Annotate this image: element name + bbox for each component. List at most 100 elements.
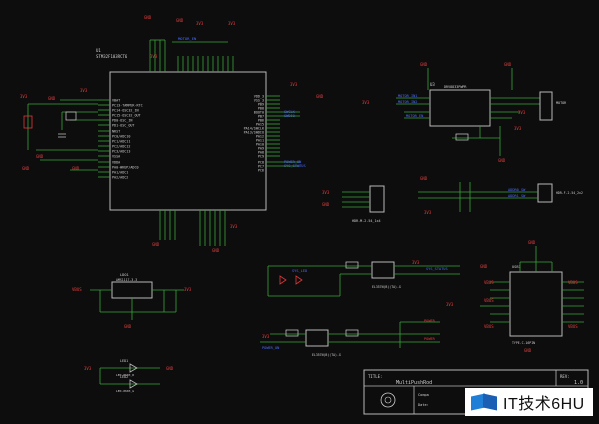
mcu-left-pin: PC13-TAMPER-RTC: [112, 104, 143, 108]
net-label-sys-status-oc: SYS_STATUS: [426, 267, 448, 271]
power-gnd: GND: [166, 366, 174, 371]
power-vbus: VBUS: [568, 280, 578, 285]
mcu-right-pin: PC9: [258, 155, 264, 159]
usb-part: TYPE-C-16PIN: [512, 341, 535, 345]
power-3v3: 3V3: [230, 224, 238, 229]
power-3v3: 3V3: [446, 302, 454, 307]
optocoupler-1-part: EL357N(B)(TA)-G: [372, 285, 401, 289]
motor-driver-body: [430, 90, 490, 126]
power-3v3: 3V3: [20, 94, 28, 99]
usb-body: [510, 272, 562, 336]
power-out-label-a: POWER: [424, 319, 436, 323]
watermark: IT技术6HU: [465, 388, 593, 416]
optocoupler-2-body: [306, 330, 328, 346]
address-header-caption: HDR-F-2.54_2x2: [556, 191, 583, 195]
title-field-b: Date:: [418, 403, 429, 407]
optocoupler-1-body: [372, 262, 394, 278]
power-gnd: GND: [36, 154, 44, 159]
net-label-power-on-oc: POWER_ON: [262, 346, 279, 350]
crystal-reset-circuit: [24, 100, 98, 170]
power-3v3: 3V3: [412, 260, 420, 265]
optocoupler-1: EL357N(B)(TA)-G SYS_LED SYS_STATUS: [268, 262, 460, 296]
mcu-left-pin: PC1/ADC11: [112, 140, 130, 144]
power-3v3: 3V3: [84, 366, 92, 371]
power-vbus: VBUS: [484, 280, 494, 285]
title-value: MultiPushRod: [396, 380, 432, 386]
power-gnd: GND: [152, 242, 160, 247]
power-vbus: VBUS: [484, 324, 494, 329]
ldo-part: AMS1117-3.3: [116, 278, 137, 282]
power-gnd: GND: [498, 158, 506, 163]
power-gnd: GND: [212, 248, 220, 253]
net-label-motor-in1: MOTOR_IN1: [398, 94, 417, 98]
optocoupler-2-part: EL357N(B)(TA)-G: [312, 353, 341, 357]
ldo-body: [112, 282, 152, 298]
net-label-sys-status: SYS_STATUS: [284, 164, 306, 168]
power-out-label-b: POWER: [424, 337, 436, 341]
status-leds: LED1 LED2 LED-0603_R LED-0603_G: [100, 359, 160, 393]
power-gnd: GND: [22, 166, 30, 171]
power-vbus: VBUS: [484, 298, 494, 303]
mcu-designator: U1: [96, 48, 101, 53]
mcu-left-pin: PC14-OSC32_IN: [112, 109, 139, 113]
power-3v3: 3V3: [424, 210, 432, 215]
optocoupler-2: EL357N(B)(TA)-G POWER_ON POWER POWER: [260, 319, 440, 357]
led1-label: LED1: [120, 359, 128, 363]
address-header: ADDR0_SW ADDR1_SW HDR-F-2.54_2x2: [418, 182, 583, 212]
power-3v3: 3V3: [514, 126, 522, 131]
mcu-left-pin: VDDA: [112, 161, 120, 165]
ldo-regulator: LDO1 AMS1117-3.3: [90, 273, 184, 320]
rev-label: REV:: [560, 374, 570, 379]
power-3v3: 3V3: [150, 54, 158, 59]
mcu-part: STM32F103RCT6: [96, 54, 128, 59]
mcu-body: [110, 72, 266, 210]
mcu-left-pin: PC15-OSC32_OUT: [112, 114, 141, 118]
mcu-left-pin: PC3/ADC13: [112, 150, 130, 154]
title-field-a: Compa: [418, 393, 429, 397]
power-gnd: GND: [124, 324, 132, 329]
motor-driver-u3: U3 DRV8833PWPR MOTOR_IN1 MOTOR_IN2 MOTOR…: [396, 68, 567, 156]
mcu-left-pin: PA2/ADC2: [112, 176, 128, 180]
power-3v3: 3V3: [80, 88, 88, 93]
mcu-left-pin: PD0-OSC_IN: [112, 119, 132, 123]
title-logo-icon: [381, 393, 395, 407]
watermark-text: IT技术6HU: [503, 390, 585, 414]
power-3v3: 3V3: [518, 110, 526, 115]
motor-driver-part: DRV8833PWPR: [444, 85, 467, 89]
title-label: TITLE:: [368, 374, 382, 379]
power-3v3: 3V3: [362, 100, 370, 105]
usb-c-connector: USB1 TYPE-C-16PIN: [480, 246, 584, 345]
power-gnd: GND: [504, 62, 512, 67]
power-labels: 3V3 3V3 GND GND 3V3 GND 3V3 GND GND GND …: [20, 15, 578, 371]
power-3v3: 3V3: [228, 21, 236, 26]
motor-connector: [540, 92, 552, 120]
power-gnd: GND: [144, 15, 152, 20]
swd-header-body: [370, 186, 384, 212]
power-3v3: 3V3: [290, 82, 298, 87]
mcu-left-pin: PD1-OSC_OUT: [112, 124, 134, 128]
power-gnd: GND: [48, 96, 56, 101]
motor-driver-designator: U3: [430, 82, 435, 87]
power-vbus: VBUS: [72, 287, 82, 292]
power-gnd: GND: [176, 18, 184, 23]
power-3v3: 3V3: [196, 21, 204, 26]
mcu-left-pin: PC2/ADC12: [112, 145, 130, 149]
mcu-left-pin: PC0/ADC10: [112, 135, 130, 139]
mcu-left-pin: PA0-WKUP/ADC0: [112, 166, 139, 170]
ldo-designator: LDO1: [120, 273, 129, 277]
usb-designator: USB1: [512, 265, 521, 269]
led1-part: LED-0603_R: [116, 373, 134, 377]
mcu-left-pin: NRST: [112, 130, 120, 134]
power-gnd: GND: [528, 240, 536, 245]
net-label-motor-en: MOTOR_EN: [406, 114, 423, 118]
power-gnd: GND: [420, 62, 428, 67]
schematic-canvas: U1 STM32F103RCT6 VBAT PC13-TAMPER-RTC PC…: [0, 0, 599, 420]
mcu-left-pin: VSSA: [112, 155, 120, 159]
net-label-motor-en-top: MOTOR_EN: [178, 36, 197, 41]
net-label-swdio: SWDIO: [284, 114, 295, 118]
power-gnd: GND: [316, 94, 324, 99]
power-gnd: GND: [420, 176, 428, 181]
power-gnd: GND: [72, 166, 80, 171]
motor-connector-label: MOTOR: [556, 101, 567, 105]
rev-value: 1.0: [574, 380, 583, 386]
